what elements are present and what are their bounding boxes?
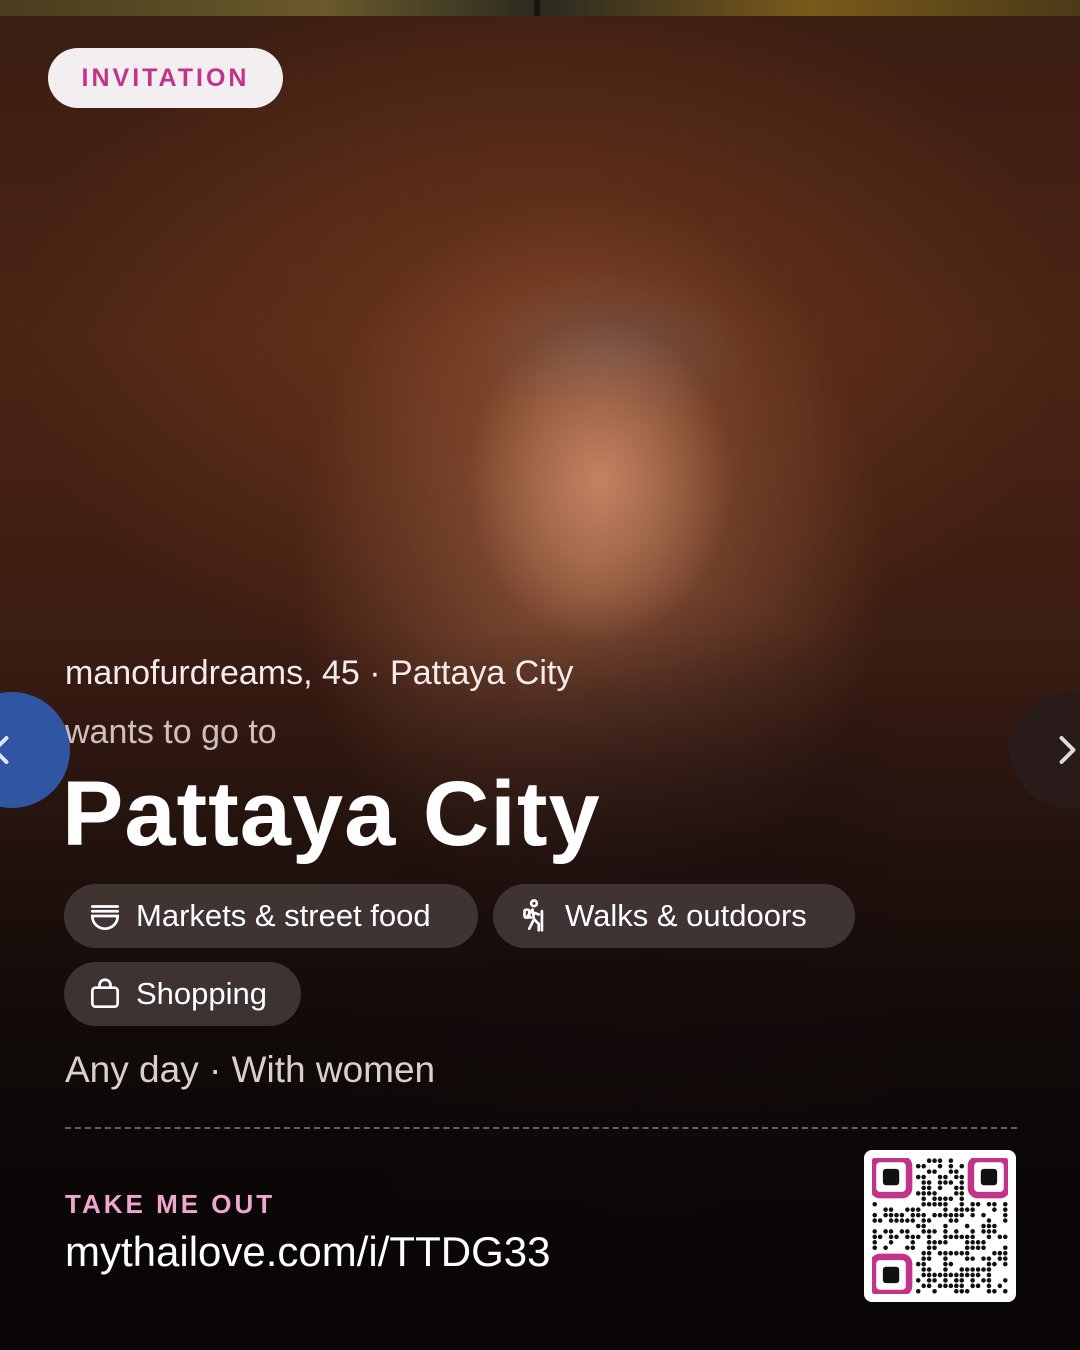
- invitation-badge-label: INVITATION: [81, 63, 250, 92]
- invite-link[interactable]: mythailove.com/i/TTDG33: [65, 1228, 550, 1276]
- availability-info: Any day · With women: [65, 1049, 436, 1090]
- interest-label: Walks & outdoors: [565, 898, 807, 933]
- photo-strip-divider: [534, 0, 540, 16]
- interest-chip-markets: Markets & street food: [64, 884, 478, 948]
- interest-label: Shopping: [136, 976, 268, 1011]
- shopping-bag-icon: [90, 978, 120, 1009]
- invitation-card: INVITATION manofurdreams, 45 · Pattaya C…: [0, 0, 1080, 1350]
- bowl-icon: [90, 905, 120, 931]
- photo-strip: [0, 0, 1080, 16]
- hiking-icon: [523, 899, 544, 932]
- qr-code: [864, 1150, 1016, 1302]
- intro-text: wants to go to: [65, 713, 277, 751]
- chevron-left-icon: [0, 736, 9, 764]
- destination-title: Pattaya City: [62, 763, 601, 865]
- cta-label: TAKE ME OUT: [65, 1189, 276, 1219]
- invitation-badge: INVITATION: [48, 48, 283, 108]
- interest-label: Markets & street food: [136, 898, 431, 933]
- chevron-right-icon: [1059, 736, 1076, 764]
- interest-chip-walks: Walks & outdoors: [493, 884, 855, 948]
- dashed-divider: [65, 1127, 1017, 1129]
- host-info: manofurdreams, 45 · Pattaya City: [65, 654, 574, 692]
- qr-code-graphic: [872, 1158, 1008, 1294]
- interest-chip-shopping: Shopping: [64, 962, 301, 1026]
